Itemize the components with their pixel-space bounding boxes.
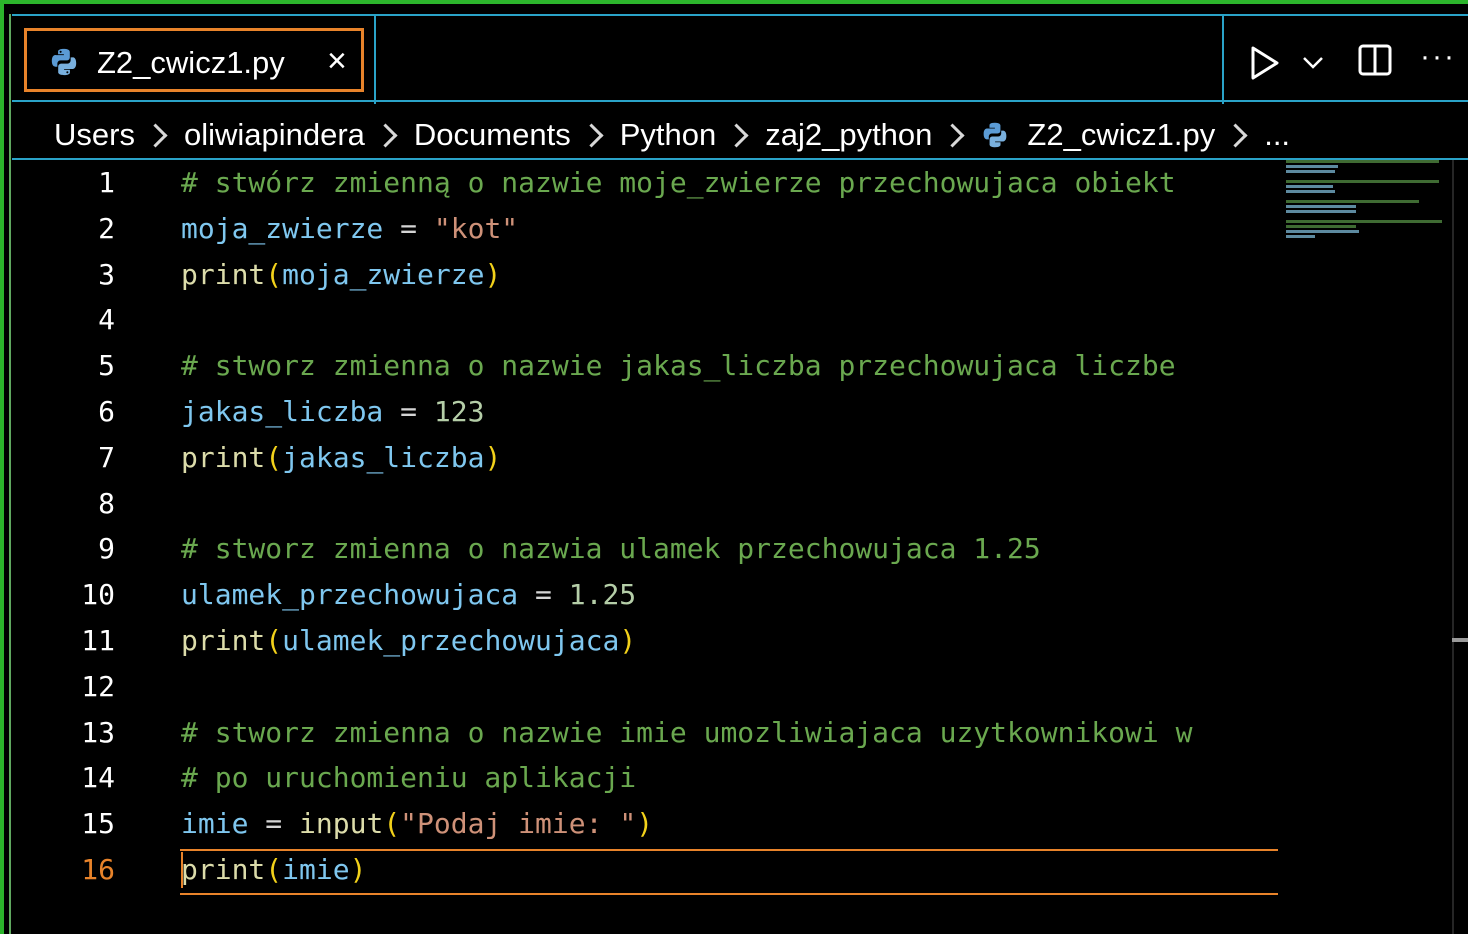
minimap-line [1286,220,1442,223]
line-number: 3 [98,257,115,291]
breadcrumb-users[interactable]: Users [54,117,135,153]
code-editor[interactable]: 1 # stwórz zmienną o nazwie moje_zwierze … [12,160,1452,934]
chevron-right-icon [579,122,604,148]
line-number: 10 [81,578,115,612]
chevron-right-icon [724,122,749,148]
tab-label: Z2_cwicz1.py [97,45,285,80]
minimap-line [1286,225,1357,228]
tab-bar: Z2_cwicz1.py × ··· [12,14,1468,104]
line-number: 8 [98,486,115,520]
breadcrumb: Users oliwiapindera Documents Python zaj… [54,112,1290,158]
python-icon [51,48,77,76]
code-line[interactable]: print(moja_zwierze) [181,258,501,291]
breadcrumb-symbols[interactable]: ... [1264,117,1290,153]
tab-bar-border [12,100,1468,102]
tab-z2-cwicz1[interactable]: Z2_cwicz1.py × [24,28,364,92]
code-line[interactable]: # stworz zmienna o nazwia ulamek przecho… [181,532,1041,565]
tab-divider [374,16,376,104]
split-editor-icon[interactable] [1358,44,1392,76]
minimap-line [1286,185,1333,188]
python-icon [984,122,1007,148]
line-number: 12 [81,669,115,703]
minimap-line [1286,160,1440,163]
run-icon[interactable] [1250,46,1280,80]
line-number: 15 [81,807,115,841]
minimap-line [1286,170,1336,173]
breadcrumb-python[interactable]: Python [620,117,717,153]
line-number: 6 [98,395,115,428]
code-line[interactable]: # stworz zmienna o nazwie jakas_liczba p… [181,349,1176,382]
text-cursor [181,852,183,888]
code-line[interactable]: # stwórz zmienną o nazwie moje_zwierze p… [181,166,1176,199]
minimap-line [1286,210,1357,213]
minimap-line [1286,165,1338,168]
code-line[interactable]: imie = input("Podaj imie: ") [181,807,653,840]
chevron-right-icon [373,122,398,148]
chevron-right-icon [1223,122,1248,148]
line-number: 2 [98,211,115,245]
line-number: 14 [81,761,115,795]
breadcrumb-oliwiapindera[interactable]: oliwiapindera [184,117,365,153]
minimap-line [1286,235,1315,238]
window-frame-inner [9,14,11,934]
scrollbar-thumb[interactable] [1452,638,1468,642]
more-actions-icon[interactable]: ··· [1420,40,1456,74]
breadcrumb-file[interactable]: Z2_cwicz1.py [1027,117,1215,153]
code-line[interactable]: print(ulamek_przechowujaca) [181,624,636,657]
close-icon[interactable]: × [327,41,347,81]
minimap-line [1286,190,1336,193]
chevron-right-icon [143,122,168,148]
chevron-down-icon[interactable] [1302,56,1324,70]
line-number: 13 [81,715,115,749]
code-line[interactable]: # po uruchomieniu aplikacji [181,761,636,794]
minimap-line [1286,205,1357,208]
line-number: 11 [81,624,115,657]
line-number: 7 [98,440,115,474]
code-line[interactable]: print(jakas_liczba) [181,441,501,474]
minimap-line [1286,180,1440,183]
line-number: 16 [81,853,115,886]
current-line-highlight [180,849,1278,895]
minimap-line [1286,230,1359,233]
line-number: 9 [98,532,115,566]
vertical-scrollbar[interactable] [1452,160,1454,934]
breadcrumb-zaj2-python[interactable]: zaj2_python [765,117,932,153]
minimap[interactable] [1286,160,1452,250]
code-line[interactable]: jakas_liczba = 123 [181,395,484,428]
chevron-right-icon [940,122,965,148]
window-frame-left [0,0,4,934]
code-line[interactable]: moja_zwierze = "kot" [181,212,518,245]
line-number: 4 [98,303,115,337]
line-number: 5 [98,349,115,383]
breadcrumb-documents[interactable]: Documents [414,117,571,153]
code-line[interactable]: # stworz zmienna o nazwie imie umozliwia… [181,716,1192,749]
minimap-line [1286,200,1419,203]
line-number: 1 [98,166,115,199]
code-line[interactable]: ulamek_przechowujaca = 1.25 [181,578,636,611]
window-frame-top [0,0,1468,4]
actions-divider [1222,16,1224,104]
